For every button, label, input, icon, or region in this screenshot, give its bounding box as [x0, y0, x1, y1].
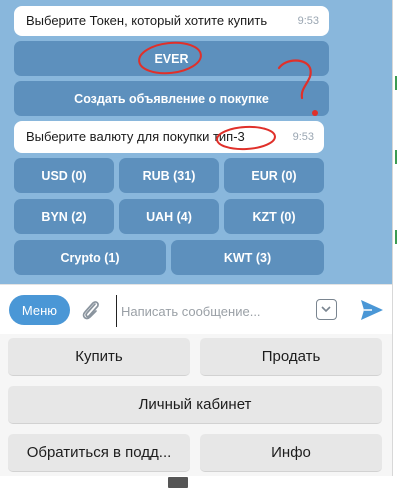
- emoji-icon[interactable]: [316, 299, 337, 320]
- message-choose-currency: Выберите валюту для покупки тип-3 9:53: [14, 121, 324, 153]
- ever-button[interactable]: EVER: [14, 41, 329, 76]
- keyboard-icon: [168, 477, 188, 488]
- personal-cabinet-button[interactable]: Личный кабинет: [8, 386, 382, 424]
- buy-button[interactable]: Купить: [8, 338, 190, 376]
- info-button[interactable]: Инфо: [200, 434, 382, 472]
- send-icon[interactable]: [360, 299, 384, 326]
- message-text: Выберите Токен, который хотите купить: [26, 13, 268, 28]
- message-text: Выберите валюту для покупки тип-3: [26, 129, 245, 144]
- green-marker: [395, 230, 397, 244]
- message-composer: Меню: [0, 284, 392, 334]
- support-button[interactable]: Обратиться в подд...: [8, 434, 190, 472]
- reply-keyboard: Купить Продать Личный кабинет Обратиться…: [0, 334, 392, 476]
- message-input[interactable]: [116, 295, 313, 327]
- chat-area: Выберите Токен, который хотите купить 9:…: [0, 0, 392, 284]
- message-time: 9:53: [297, 15, 319, 27]
- create-ad-button[interactable]: Создать объявление о покупке: [14, 81, 329, 116]
- currency-rub-button[interactable]: RUB (31): [119, 158, 219, 193]
- currency-byn-button[interactable]: BYN (2): [14, 199, 114, 234]
- paperclip-icon[interactable]: [80, 298, 102, 327]
- currency-kwt-button[interactable]: KWT (3): [171, 240, 324, 275]
- menu-button[interactable]: Меню: [9, 295, 70, 325]
- currency-usd-button[interactable]: USD (0): [14, 158, 114, 193]
- green-marker: [395, 150, 397, 164]
- currency-uah-button[interactable]: UAH (4): [119, 199, 219, 234]
- currency-crypto-button[interactable]: Crypto (1): [14, 240, 166, 275]
- currency-kzt-button[interactable]: KZT (0): [224, 199, 324, 234]
- currency-eur-button[interactable]: EUR (0): [224, 158, 324, 193]
- green-marker: [395, 76, 397, 90]
- side-panel-edge: [392, 0, 404, 488]
- message-time: 9:53: [292, 131, 314, 143]
- sell-button[interactable]: Продать: [200, 338, 382, 376]
- bottom-edge: [0, 476, 404, 488]
- message-choose-token: Выберите Токен, который хотите купить 9:…: [14, 6, 329, 36]
